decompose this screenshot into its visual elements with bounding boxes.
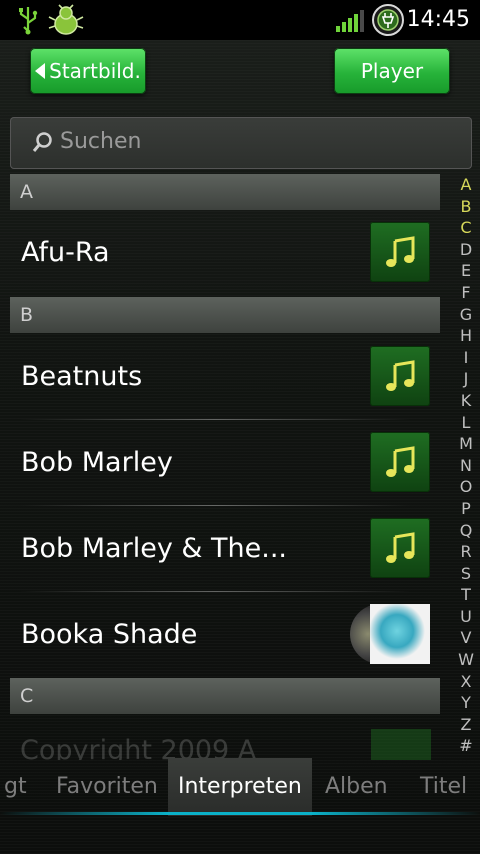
status-bar: 14:45 [0, 0, 480, 40]
alphabet-letter[interactable]: Q [456, 520, 476, 542]
alphabet-letter[interactable]: S [456, 563, 476, 585]
faded-item-text: Copyright 2009 A [20, 735, 257, 760]
alphabet-letter[interactable]: # [456, 735, 476, 757]
alphabet-letter[interactable]: D [456, 239, 476, 261]
artist-name: Afu-Ra [21, 237, 110, 268]
artist-name: Bob Marley [21, 447, 173, 478]
alphabet-letter[interactable]: M [456, 433, 476, 455]
list-item-bob-marley-the[interactable]: Bob Marley & The... [0, 506, 440, 592]
debug-bug-icon [46, 4, 86, 36]
alphabet-letter[interactable]: O [456, 476, 476, 498]
list-item-bob-marley[interactable]: Bob Marley [0, 420, 440, 506]
alphabet-letter[interactable]: I [456, 347, 476, 369]
list-item-faded: Copyright 2009 A [0, 720, 480, 760]
list-item-booka-shade[interactable]: Booka Shade [0, 592, 440, 678]
artist-name: Beatnuts [21, 361, 143, 392]
alphabet-index[interactable]: A B C D E F G H I J K L M N O P Q R S T U V W X Y Z # [456, 174, 476, 757]
tab-favoriten[interactable]: Favoriten [56, 758, 158, 816]
tab-indicator [0, 812, 480, 815]
alphabet-letter[interactable]: J [456, 368, 476, 390]
alphabet-letter[interactable]: X [456, 671, 476, 693]
alphabet-letter[interactable]: B [456, 196, 476, 218]
tab-partial[interactable]: gt [4, 758, 27, 816]
search-input[interactable]: Suchen [10, 117, 472, 169]
search-icon [32, 132, 52, 152]
alphabet-letter[interactable]: G [456, 304, 476, 326]
home-back-button[interactable]: Startbild. [30, 48, 146, 94]
alphabet-letter[interactable]: N [456, 455, 476, 477]
music-note-icon [370, 222, 430, 282]
alphabet-letter[interactable]: U [456, 606, 476, 628]
arrow-left-icon [35, 63, 46, 79]
alphabet-letter[interactable]: A [456, 174, 476, 196]
home-back-label: Startbild. [49, 59, 141, 83]
alphabet-letter[interactable]: P [456, 498, 476, 520]
alphabet-letter[interactable]: R [456, 541, 476, 563]
alphabet-letter[interactable]: F [456, 282, 476, 304]
alphabet-letter[interactable]: Y [456, 692, 476, 714]
section-label: A [20, 181, 33, 203]
alphabet-letter[interactable]: T [456, 584, 476, 606]
player-button[interactable]: Player [334, 48, 450, 94]
list-item-beatnuts[interactable]: Beatnuts [0, 334, 440, 420]
section-label: C [20, 685, 34, 707]
music-note-icon [370, 346, 430, 406]
tab-titel[interactable]: Titel [420, 758, 467, 816]
artist-name: Booka Shade [21, 619, 198, 650]
music-note-icon [371, 729, 431, 760]
alphabet-letter[interactable]: V [456, 627, 476, 649]
tab-interpreten[interactable]: Interpreten [168, 758, 312, 816]
album-photo [370, 604, 430, 664]
section-header-a: A [10, 174, 440, 210]
usb-icon [14, 4, 42, 36]
status-time: 14:45 [406, 7, 470, 32]
music-note-icon [370, 518, 430, 578]
section-label: B [20, 304, 34, 326]
battery-charging-icon [370, 4, 406, 36]
artist-name: Bob Marley & The... [21, 533, 287, 564]
alphabet-letter[interactable]: W [456, 649, 476, 671]
alphabet-letter[interactable]: H [456, 325, 476, 347]
search-placeholder: Suchen [60, 129, 142, 154]
music-note-icon [370, 432, 430, 492]
player-label: Player [360, 59, 424, 83]
signal-icon [336, 10, 364, 32]
alphabet-letter[interactable]: Z [456, 714, 476, 736]
alphabet-letter[interactable]: L [456, 412, 476, 434]
tab-bar: gt Favoriten Interpreten Alben Titel [0, 758, 480, 818]
alphabet-letter[interactable]: K [456, 390, 476, 412]
list-item-afu-ra[interactable]: Afu-Ra [0, 210, 440, 296]
alphabet-letter[interactable]: C [456, 217, 476, 239]
section-header-c: C [10, 678, 440, 714]
tab-alben[interactable]: Alben [325, 758, 388, 816]
alphabet-letter[interactable]: E [456, 260, 476, 282]
section-header-b: B [10, 297, 440, 333]
